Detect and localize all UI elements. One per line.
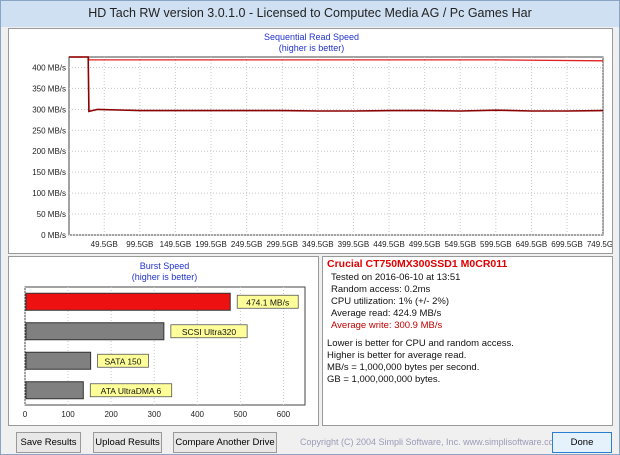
upload-results-button[interactable]: Upload Results — [93, 432, 162, 453]
burst-bar-label: SATA 150 — [105, 356, 142, 366]
burst-bar — [25, 351, 92, 370]
x-tick-label: 400 — [191, 410, 205, 419]
average-write-value: Average write: 300.9 MB/s — [331, 320, 443, 331]
x-tick-label: 199.5GB — [195, 240, 227, 249]
x-tick-label: 299.5GB — [266, 240, 298, 249]
done-button[interactable]: Done — [552, 432, 612, 453]
cpu-utilization-value: CPU utilization: 1% (+/- 2%) — [331, 296, 449, 307]
tested-date: Tested on 2016-06-10 at 13:51 — [331, 272, 461, 283]
copyright-text: Copyright (C) 2004 Simpli Software, Inc.… — [300, 437, 562, 447]
x-tick-label: 549.5GB — [444, 240, 476, 249]
window-title: HD Tach RW version 3.0.1.0 - Licensed to… — [88, 6, 532, 20]
y-tick-label: 0 MB/s — [41, 231, 66, 240]
note-higher-better: Higher is better for average read. — [327, 350, 467, 361]
burst-bar-label: 474.1 MB/s — [246, 297, 289, 307]
x-tick-label: 749.5GB — [587, 240, 612, 249]
y-tick-label: 300 MB/s — [32, 105, 66, 114]
x-tick-label: 349.5GB — [302, 240, 334, 249]
x-tick-label: 649.5GB — [516, 240, 548, 249]
burst-bar — [25, 322, 165, 341]
y-tick-label: 200 MB/s — [32, 147, 66, 156]
burst-speed-panel: Burst Speed (higher is better) 0 100 200 30… — [8, 256, 319, 426]
burst-bar-label: SCSI Ultra320 — [182, 327, 237, 337]
y-tick-label: 50 MB/s — [37, 210, 66, 219]
x-tick-label: 499.5GB — [409, 240, 441, 249]
note-mbs-definition: MB/s = 1,000,000 bytes per second. — [327, 362, 480, 373]
x-tick-label: 200 — [104, 410, 118, 419]
burst-bar — [25, 381, 84, 400]
save-results-button[interactable]: Save Results — [16, 432, 81, 453]
y-tick-label: 100 MB/s — [32, 189, 66, 198]
average-read-value: Average read: 424.9 MB/s — [331, 308, 442, 319]
x-tick-label: 49.5GB — [91, 240, 118, 249]
y-tick-label: 400 MB/s — [32, 63, 66, 72]
x-tick-label: 99.5GB — [126, 240, 153, 249]
drive-name: Crucial CT750MX300SSD1 M0CR011 — [327, 258, 508, 270]
title-bar: HD Tach RW version 3.0.1.0 - Licensed to… — [1, 1, 619, 27]
x-tick-label: 300 — [148, 410, 162, 419]
sequential-read-panel: Sequential Read Speed (higher is better)… — [8, 28, 613, 254]
y-tick-label: 250 MB/s — [32, 126, 66, 135]
x-tick-label: 500 — [234, 410, 248, 419]
note-lower-better: Lower is better for CPU and random acces… — [327, 338, 514, 349]
random-access-value: Random access: 0.2ms — [331, 284, 431, 295]
x-tick-label: 699.5GB — [551, 240, 583, 249]
burst-speed-chart: 0 100 200 300 400 500 600 474.1 MB/s SCSI Ultra3… — [23, 286, 306, 419]
x-tick-label: 600 — [277, 410, 291, 419]
results-info-panel: Crucial CT750MX300SSD1 M0CR011 Tested on… — [322, 256, 613, 426]
note-gb-definition: GB = 1,000,000,000 bytes. — [327, 374, 441, 385]
app-window: HD Tach RW version 3.0.1.0 - Licensed to… — [0, 0, 620, 455]
x-tick-label: 0 — [23, 410, 28, 419]
x-tick-label: 149.5GB — [160, 240, 192, 249]
x-tick-label: 449.5GB — [373, 240, 405, 249]
x-tick-label: 599.5GB — [480, 240, 512, 249]
y-tick-label: 150 MB/s — [32, 168, 66, 177]
sequential-plot-area — [68, 56, 604, 236]
x-tick-label: 249.5GB — [231, 240, 263, 249]
x-tick-label: 100 — [61, 410, 75, 419]
compare-another-drive-button[interactable]: Compare Another Drive — [173, 432, 277, 453]
sequential-read-chart: 0 MB/s 50 MB/s 100 MB/s 150 MB/s 200 MB/s 250… — [32, 56, 612, 249]
x-tick-label: 399.5GB — [338, 240, 370, 249]
burst-bar — [25, 292, 231, 311]
burst-bar-label: ATA UltraDMA 6 — [101, 386, 162, 396]
y-tick-label: 350 MB/s — [32, 84, 66, 93]
